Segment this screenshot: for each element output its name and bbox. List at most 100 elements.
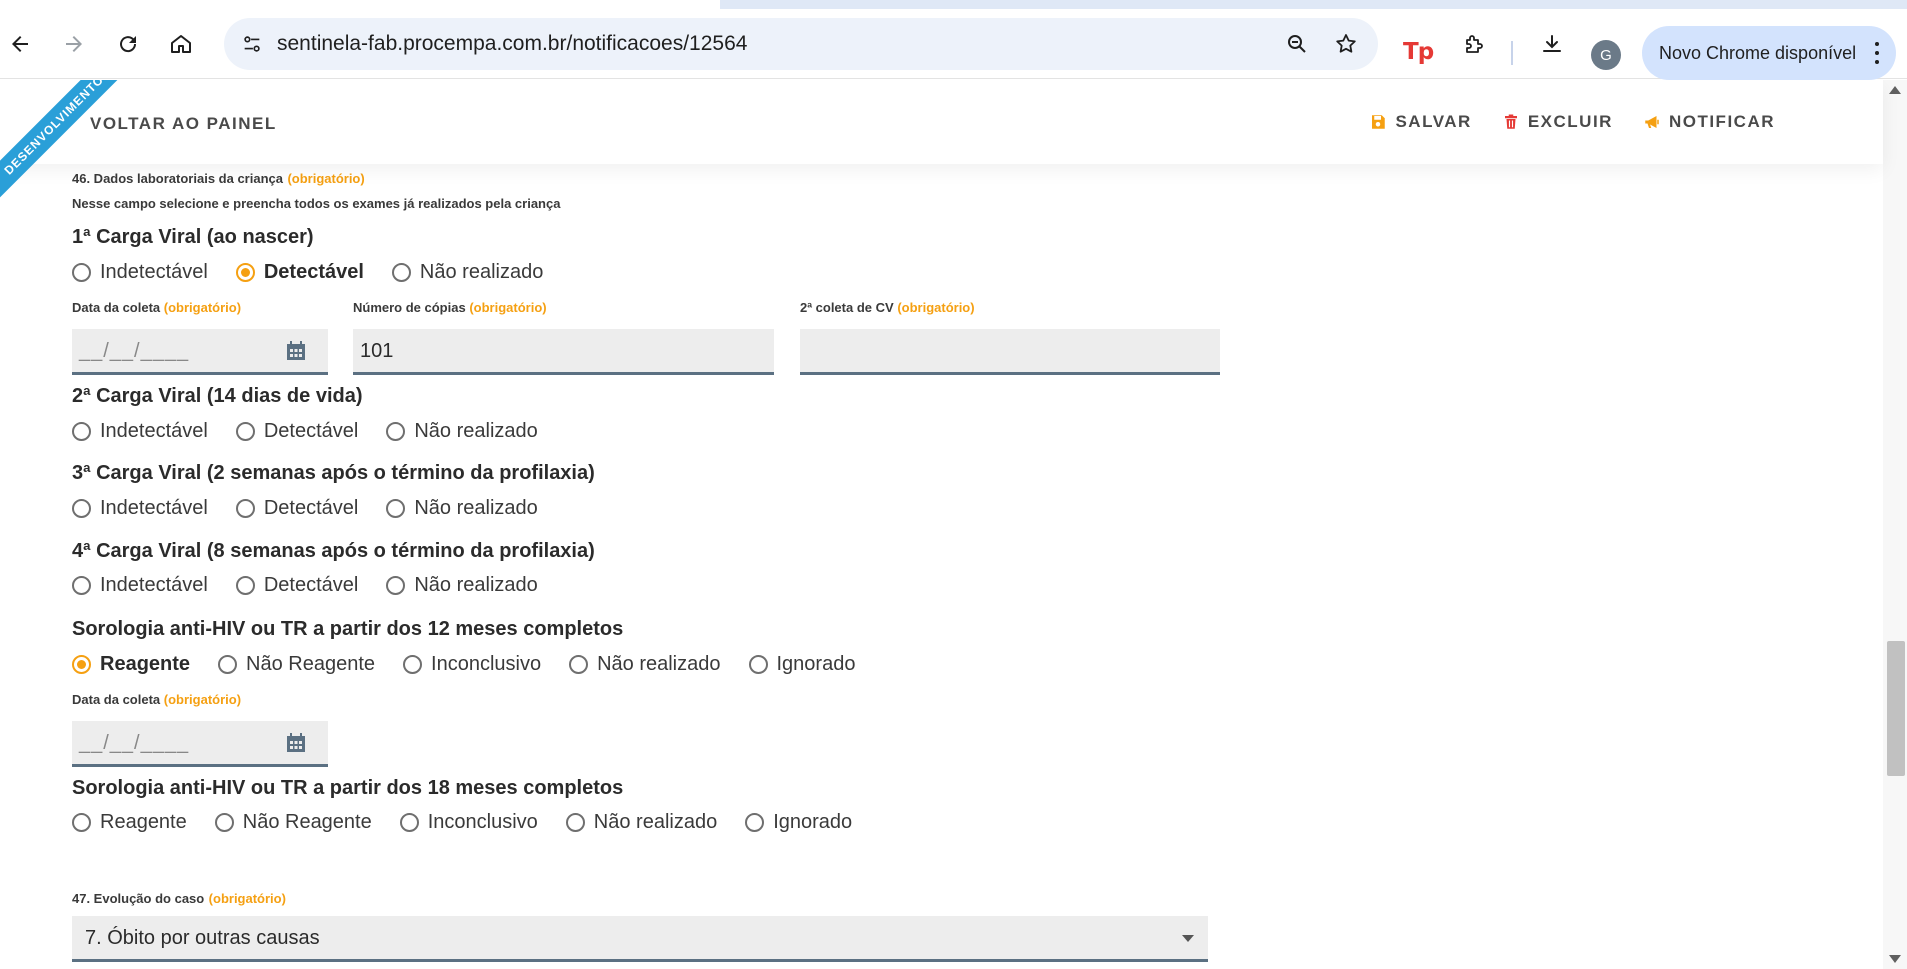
download-icon[interactable] (1534, 26, 1570, 62)
delete-button[interactable]: EXCLUIR (1502, 112, 1613, 132)
sero12-option-reagente[interactable]: Reagente (72, 653, 190, 676)
cv3-option-detectavel[interactable]: Detectável (235, 497, 358, 520)
cv1-option-detectavel[interactable]: Detectável (235, 261, 364, 284)
cv1-date-field[interactable]: __/__/____ (72, 329, 328, 375)
cv2-option-nao-realizado[interactable]: Não realizado (386, 420, 538, 443)
scroll-up-icon[interactable] (1889, 86, 1901, 94)
radio-checked-icon[interactable] (72, 655, 91, 674)
cv3-title: 3ª Carga Viral (2 semanas após o término… (72, 462, 595, 484)
sero18-option-reagente[interactable]: Reagente (72, 811, 187, 834)
radio-icon[interactable] (72, 422, 91, 441)
cv3-options: Indetectável Detectável Não realizado (72, 497, 566, 520)
page-scrollbar[interactable] (1883, 80, 1907, 969)
app-header: VOLTAR AO PAINEL SALVAR EXCLUIR NOTIFICA… (0, 80, 1883, 164)
url-text[interactable]: sentinela-fab.procempa.com.br/notificaco… (277, 18, 747, 70)
q46-header: 46. Dados laboratoriais da criança (obri… (72, 170, 365, 188)
radio-icon[interactable] (386, 576, 406, 595)
calendar-icon[interactable] (284, 731, 308, 755)
q47-title: 47. Evolução do caso (72, 891, 205, 906)
megaphone-icon (1645, 116, 1659, 128)
cv4-options: Indetectável Detectável Não realizado (72, 574, 566, 597)
radio-icon[interactable] (386, 422, 406, 441)
chrome-update-button[interactable]: Novo Chrome disponível (1642, 26, 1896, 80)
cv4-option-indetectavel[interactable]: Indetectável (72, 574, 208, 597)
forward-arrow-icon[interactable] (56, 26, 92, 62)
sero18-option-nao-reagente[interactable]: Não Reagente (214, 811, 372, 834)
cv3-option-indetectavel[interactable]: Indetectável (72, 497, 208, 520)
notify-button[interactable]: NOTIFICAR (1643, 112, 1775, 132)
q47-required: (obrigatório) (208, 891, 286, 906)
cv3-option-nao-realizado[interactable]: Não realizado (386, 497, 538, 520)
cv4-option-nao-realizado[interactable]: Não realizado (386, 574, 538, 597)
radio-icon[interactable] (399, 813, 419, 832)
radio-icon[interactable] (386, 499, 406, 518)
radio-icon[interactable] (72, 576, 91, 595)
home-icon[interactable] (163, 26, 199, 62)
radio-icon[interactable] (235, 422, 255, 441)
notify-label: NOTIFICAR (1668, 112, 1775, 131)
more-menu-icon[interactable] (1874, 42, 1880, 64)
save-label: SALVAR (1395, 112, 1472, 131)
address-bar[interactable]: sentinela-fab.procempa.com.br/notificaco… (224, 18, 1378, 70)
trash-icon (1504, 114, 1517, 129)
save-button[interactable]: SALVAR (1369, 112, 1471, 132)
radio-icon[interactable] (72, 813, 91, 832)
sero12-option-inconclusivo[interactable]: Inconclusivo (403, 653, 541, 676)
calendar-icon[interactable] (284, 339, 308, 363)
extensions-puzzle-icon[interactable] (1456, 26, 1492, 62)
back-to-dashboard-link[interactable]: VOLTAR AO PAINEL (90, 114, 277, 134)
chrome-update-label: Novo Chrome disponível (1659, 43, 1857, 63)
sero12-option-ignorado[interactable]: Ignorado (748, 653, 855, 676)
radio-icon[interactable] (391, 263, 411, 282)
back-arrow-icon[interactable] (2, 26, 38, 62)
sero18-option-nao-realizado[interactable]: Não realizado (565, 811, 717, 834)
q46-required: (obrigatório) (287, 171, 365, 186)
profile-avatar[interactable]: G (1591, 40, 1621, 70)
active-tab[interactable] (0, 0, 720, 9)
extension-tp-icon[interactable]: Tp (1403, 39, 1434, 65)
cv2-option-detectavel[interactable]: Detectável (235, 420, 358, 443)
radio-icon[interactable] (565, 813, 585, 832)
radio-icon[interactable] (569, 655, 589, 674)
cv1-option-indetectavel[interactable]: Indetectável (72, 261, 208, 284)
zoom-icon[interactable] (1279, 26, 1315, 62)
radio-icon[interactable] (235, 499, 255, 518)
radio-icon[interactable] (218, 655, 238, 674)
sero12-title: Sorologia anti-HIV ou TR a partir dos 12… (72, 618, 624, 640)
browser-toolbar: sentinela-fab.procempa.com.br/notificaco… (0, 9, 1907, 80)
radio-checked-icon[interactable] (235, 263, 255, 282)
cv2-option-indetectavel[interactable]: Indetectável (72, 420, 208, 443)
sero12-date-label: Data da coleta (obrigatório) (72, 692, 242, 707)
tab-strip (0, 0, 1907, 9)
radio-icon[interactable] (214, 813, 234, 832)
sero18-option-ignorado[interactable]: Ignorado (745, 811, 852, 834)
cv1-second-input[interactable] (800, 329, 1220, 375)
q46-hint: Nesse campo selecione e preencha todos o… (72, 196, 561, 211)
scrollbar-thumb[interactable] (1887, 641, 1905, 776)
radio-icon[interactable] (745, 813, 765, 832)
cv1-option-nao-realizado[interactable]: Não realizado (391, 261, 543, 284)
sero18-option-inconclusivo[interactable]: Inconclusivo (399, 811, 538, 834)
radio-icon[interactable] (748, 655, 768, 674)
sero12-option-nao-reagente[interactable]: Não Reagente (218, 653, 375, 676)
toolbar-divider (1511, 41, 1513, 65)
radio-icon[interactable] (403, 655, 423, 674)
radio-icon[interactable] (72, 263, 91, 282)
cv4-option-detectavel[interactable]: Detectável (235, 574, 358, 597)
chevron-down-icon (1182, 935, 1194, 942)
radio-icon[interactable] (72, 499, 91, 518)
cv1-copies-input[interactable]: 101 (353, 329, 774, 375)
q47-selected-value: 7. Óbito por outras causas (85, 927, 320, 949)
sero12-date-field[interactable]: __/__/____ (72, 721, 328, 767)
cv1-date-label: Data da coleta (obrigatório) (72, 300, 242, 315)
scroll-down-icon[interactable] (1889, 955, 1901, 963)
sero12-date-placeholder: __/__/____ (79, 732, 190, 754)
sero12-option-nao-realizado[interactable]: Não realizado (569, 653, 721, 676)
q47-evolution-select[interactable]: 7. Óbito por outras causas (72, 916, 1208, 962)
site-info-icon[interactable] (234, 26, 270, 62)
tab-gap (737, 0, 753, 9)
radio-icon[interactable] (235, 576, 255, 595)
reload-icon[interactable] (110, 26, 146, 62)
sero18-options: Reagente Não Reagente Inconclusivo Não r… (72, 811, 880, 834)
bookmark-star-icon[interactable] (1328, 26, 1364, 62)
